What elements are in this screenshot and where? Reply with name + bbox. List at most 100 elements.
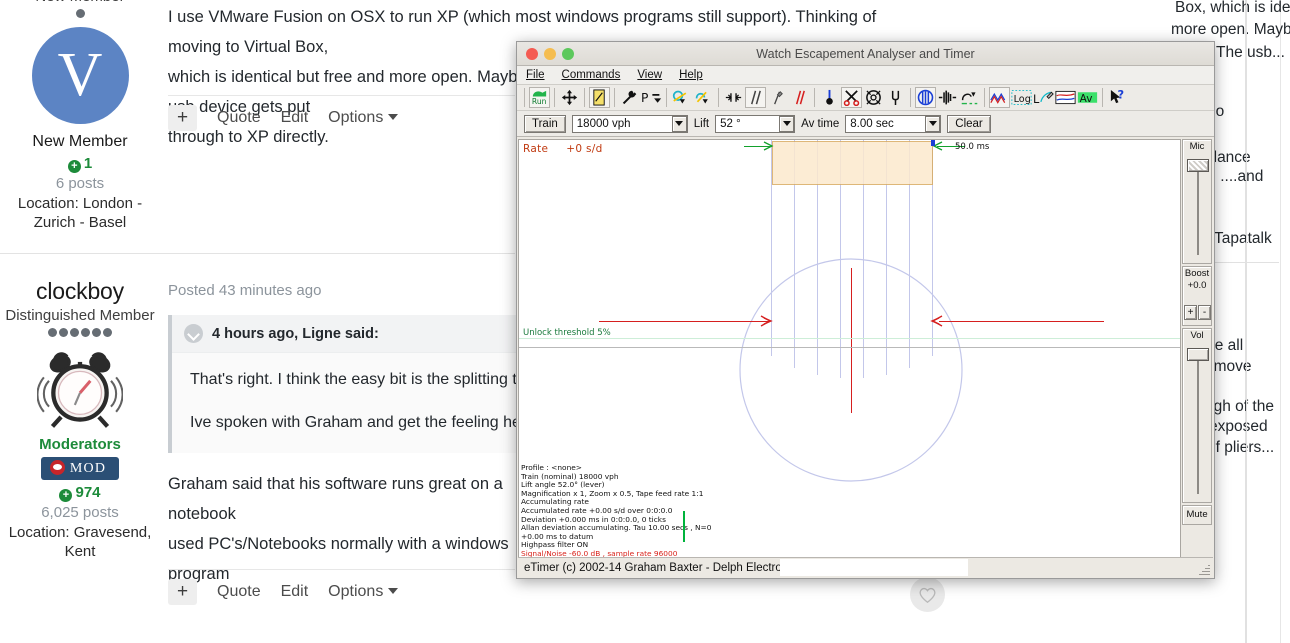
- svg-text:P: P: [641, 91, 648, 105]
- post-actions: + Quote Edit Options: [168, 105, 399, 131]
- boost-label: Boost: [1184, 268, 1210, 279]
- pin-icon[interactable]: [819, 87, 840, 108]
- arrowhead-right-icon: [763, 141, 774, 151]
- user-name[interactable]: clockboy: [0, 278, 160, 305]
- rate-readout: Rate +0 s/d: [523, 143, 603, 155]
- average-icon[interactable]: Av: [1077, 87, 1098, 108]
- beat-icon[interactable]: [915, 87, 936, 108]
- boost-value: +0.0: [1187, 280, 1207, 291]
- post-timestamp: Posted 43 minutes ago: [168, 282, 322, 299]
- menu-item-file[interactable]: File: [526, 69, 545, 81]
- svg-text:L: L: [1033, 92, 1040, 106]
- trace-colour-icon[interactable]: [671, 87, 692, 108]
- audio-side-panel: Mic Boost +0.0 + - Vol Mute: [1182, 139, 1214, 578]
- pickup-icon[interactable]: [959, 87, 980, 108]
- span-arrow-right: [939, 321, 1104, 322]
- user-title: New Member: [0, 0, 160, 5]
- quote-button[interactable]: Quote: [217, 109, 261, 127]
- move-icon[interactable]: [559, 87, 580, 108]
- like-button[interactable]: [910, 577, 945, 612]
- menu-item-view[interactable]: View: [637, 69, 662, 81]
- toolbar[interactable]: Run P Log L Av ?: [517, 85, 1214, 111]
- parallel-lines-icon[interactable]: [745, 87, 766, 108]
- svg-text:?: ?: [1118, 89, 1125, 101]
- options-button[interactable]: Options: [328, 109, 399, 127]
- close-icon[interactable]: [526, 48, 538, 60]
- chevron-down-icon[interactable]: [671, 115, 687, 132]
- span-arrow-left: [599, 321, 769, 322]
- menu-item-help[interactable]: Help: [679, 69, 703, 81]
- beat-highlight-region: [772, 141, 933, 185]
- multiquote-button[interactable]: +: [168, 105, 197, 131]
- centre-icon[interactable]: [723, 87, 744, 108]
- options-button[interactable]: Options: [328, 583, 399, 601]
- chevron-down-icon[interactable]: [184, 324, 203, 343]
- avatar[interactable]: [0, 343, 160, 431]
- tuning-fork-icon[interactable]: [885, 87, 906, 108]
- target-icon[interactable]: [863, 87, 884, 108]
- arrowhead-left-icon: [930, 315, 943, 327]
- chevron-down-icon[interactable]: [925, 115, 941, 132]
- mute-button[interactable]: Mute: [1182, 505, 1213, 525]
- avtime-select[interactable]: 8.00 sec: [845, 114, 942, 133]
- paper-feed-icon[interactable]: P: [641, 87, 662, 108]
- watch-analyser-window[interactable]: Watch Escapement Analyser and Timer File…: [516, 41, 1215, 579]
- waveform-icon[interactable]: [937, 87, 958, 108]
- window-titlebar[interactable]: Watch Escapement Analyser and Timer: [517, 42, 1214, 66]
- boost-increase-button[interactable]: +: [1184, 305, 1198, 320]
- train-select[interactable]: 18000 vph: [571, 114, 688, 133]
- span-label: 50.0 ms: [955, 142, 990, 152]
- avtime-value: 8.00 sec: [850, 117, 894, 130]
- user-name[interactable]: New Member: [0, 133, 160, 151]
- multiquote-button[interactable]: +: [168, 579, 197, 605]
- boost-block[interactable]: Boost +0.0 + -: [1182, 266, 1213, 326]
- resize-grip[interactable]: [1198, 563, 1210, 575]
- measure-icon[interactable]: L: [1033, 87, 1054, 108]
- chevron-down-icon[interactable]: [779, 115, 795, 132]
- boost-decrease-button[interactable]: -: [1198, 305, 1212, 320]
- avatar[interactable]: V: [31, 27, 129, 124]
- pencil-line-icon[interactable]: [767, 87, 788, 108]
- mod-icon: [49, 460, 65, 475]
- minimize-icon[interactable]: [544, 48, 556, 60]
- mic-slider-thumb[interactable]: [1187, 159, 1210, 172]
- log-icon[interactable]: Log: [1011, 87, 1032, 108]
- scissors-icon[interactable]: [841, 87, 862, 108]
- menu-bar[interactable]: File Commands View Help: [517, 66, 1214, 85]
- stats-panel: Profile : <none> Train (nominal) 18000 v…: [521, 463, 711, 558]
- vol-slider-thumb[interactable]: [1187, 348, 1210, 361]
- red-line-icon[interactable]: [789, 87, 810, 108]
- quote-button[interactable]: Quote: [217, 583, 261, 601]
- arrowhead-right-icon: [760, 315, 773, 327]
- page-icon[interactable]: [589, 87, 610, 108]
- post-user-column: New Member V New Member +1 6 posts Locat…: [0, 0, 160, 232]
- trace-graph[interactable]: Rate +0 s/d Unlock threshold 5% 50.0 ms P…: [518, 139, 1182, 559]
- reply-line-1: Graham said that his software runs great…: [168, 475, 503, 523]
- trace-style-icon[interactable]: [693, 87, 714, 108]
- window-controls[interactable]: [526, 48, 574, 60]
- train-button[interactable]: Train: [524, 114, 566, 133]
- run-icon[interactable]: Run: [529, 87, 550, 108]
- edit-button[interactable]: Edit: [281, 583, 309, 601]
- graph-icon[interactable]: [1055, 87, 1076, 108]
- vol-slider-track[interactable]: [1197, 348, 1200, 494]
- mic-slider-block[interactable]: Mic: [1182, 139, 1213, 264]
- mic-label: Mic: [1189, 141, 1205, 152]
- edit-button[interactable]: Edit: [281, 109, 309, 127]
- options-bar[interactable]: Train 18000 vph Lift 52 ° Av time 8.00 s…: [517, 111, 1214, 137]
- centre-axis: [851, 268, 852, 373]
- baseline: [519, 347, 1181, 348]
- lift-label: Lift: [693, 117, 710, 130]
- menu-item-commands[interactable]: Commands: [562, 69, 621, 81]
- zoom-icon[interactable]: [562, 48, 574, 60]
- clear-button[interactable]: Clear: [947, 114, 991, 133]
- spanner-icon[interactable]: [619, 87, 640, 108]
- quote-header-text: 4 hours ago, Ligne said:: [212, 325, 379, 342]
- status-badge: MOD: [40, 457, 120, 480]
- lift-select[interactable]: 52 °: [715, 114, 796, 133]
- volume-slider-block[interactable]: Vol: [1182, 328, 1213, 503]
- mic-slider-track[interactable]: [1197, 159, 1200, 255]
- help-pointer-icon[interactable]: ?: [1107, 87, 1128, 108]
- multi-trace-icon[interactable]: [989, 87, 1010, 108]
- chevron-down-icon: [388, 588, 399, 594]
